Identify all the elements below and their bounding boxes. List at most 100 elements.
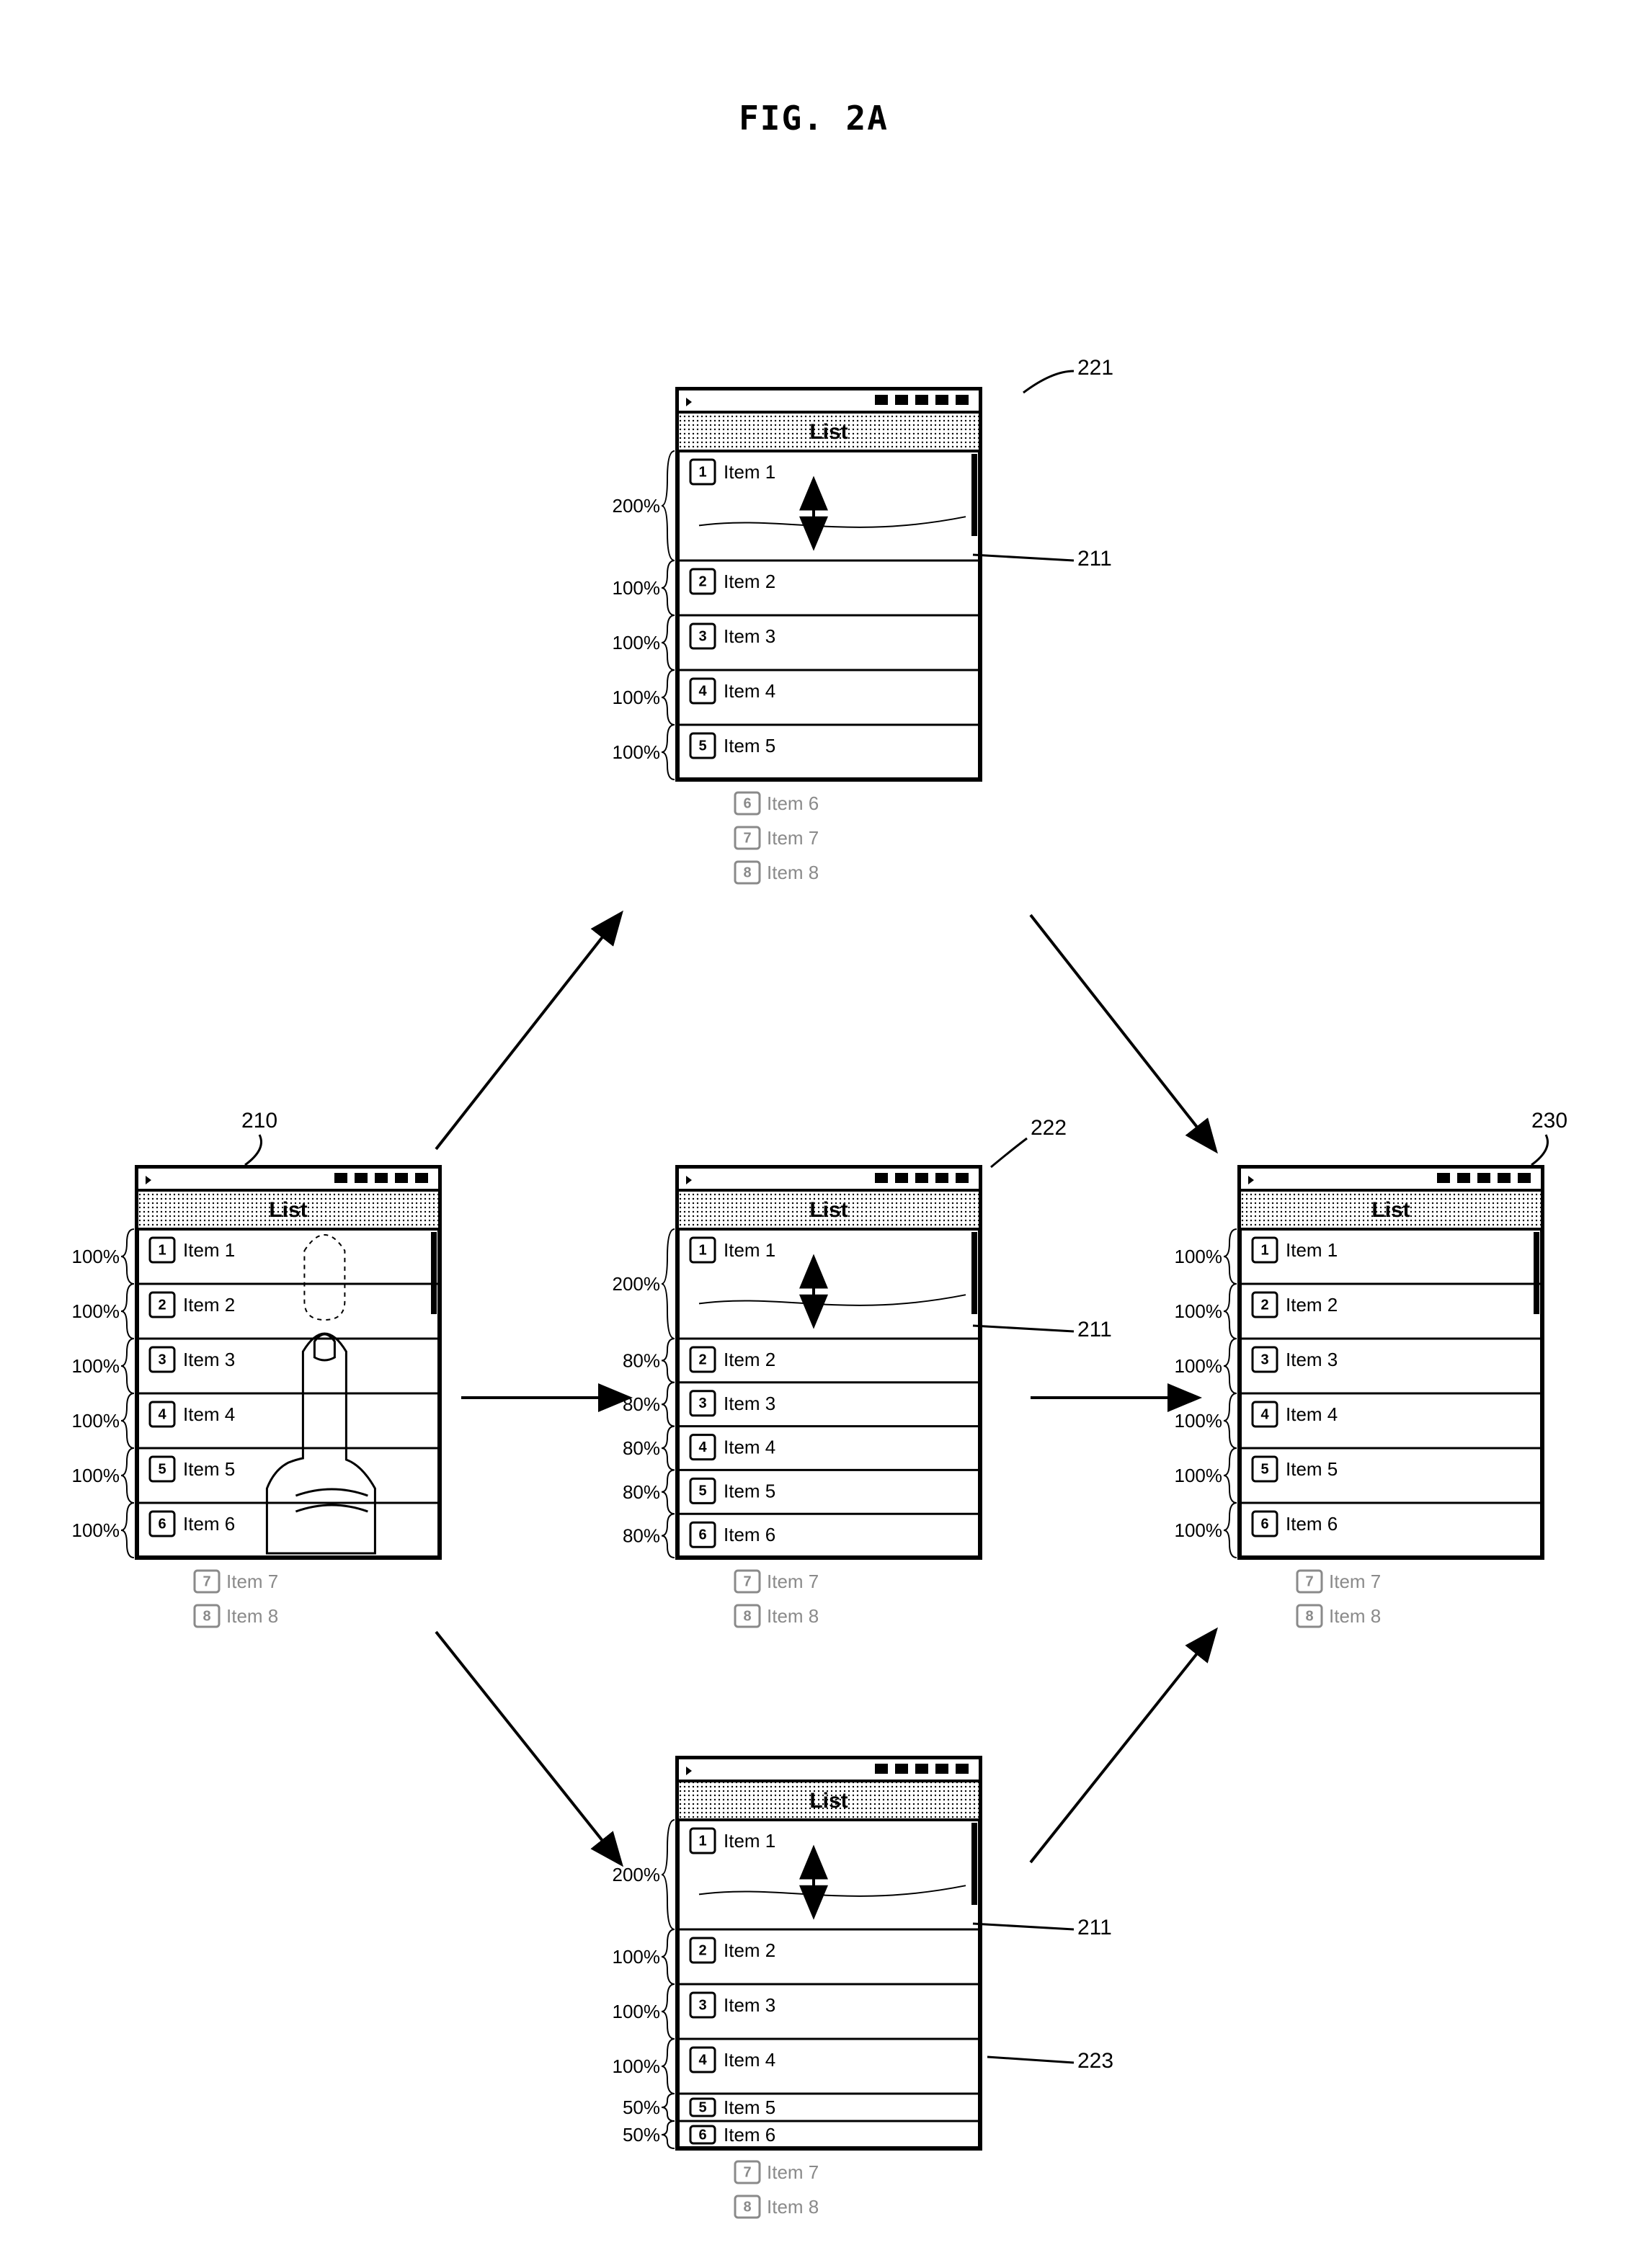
- item-label: Item 6: [724, 2124, 775, 2146]
- svg-text:8: 8: [743, 865, 751, 880]
- phone-222: List1Item 1200%2Item 280%3Item 380%4Item…: [613, 1167, 981, 1627]
- row-percent: 100%: [1175, 1465, 1223, 1486]
- svg-text:7: 7: [743, 1573, 751, 1589]
- share-icon: [915, 395, 928, 405]
- item-number: 3: [698, 1396, 706, 1411]
- row-percent: 50%: [623, 2124, 660, 2146]
- overflow-item: 7 Item 7: [735, 2161, 819, 2183]
- list-title: List: [809, 420, 848, 444]
- overflow-item: 8Item 8: [1297, 1605, 1381, 1627]
- item-number: 2: [698, 573, 706, 589]
- svg-text:Item 8: Item 8: [767, 862, 819, 883]
- scrollbar[interactable]: [971, 1232, 977, 1314]
- row-percent: 200%: [613, 1273, 661, 1295]
- row-percent: 100%: [613, 577, 661, 599]
- svg-text:7: 7: [743, 830, 751, 846]
- figure-2a: FIG. 2A List1Item 1200%2Item 2100%3Item …: [0, 0, 1628, 2268]
- svg-text:230: 230: [1531, 1109, 1567, 1133]
- row-percent: 100%: [1175, 1355, 1223, 1377]
- list-title: List: [1371, 1198, 1410, 1222]
- row-percent: 200%: [613, 1864, 661, 1885]
- svg-text:222: 222: [1031, 1116, 1067, 1140]
- clock-icon: [875, 1764, 888, 1774]
- item-label: Item 5: [1286, 1458, 1338, 1480]
- row-percent: 100%: [1175, 1519, 1223, 1541]
- scrollbar[interactable]: [431, 1232, 437, 1314]
- item-label: Item 5: [724, 2097, 775, 2118]
- overflow-item: 6Item 6: [735, 793, 819, 814]
- item-number: 3: [1260, 1352, 1268, 1367]
- svg-text:8: 8: [743, 1608, 751, 1624]
- row-percent: 80%: [623, 1349, 660, 1371]
- item-number: 6: [1260, 1516, 1268, 1532]
- mail-icon: [895, 1173, 908, 1183]
- overflow-item: 8Item 8: [195, 1605, 278, 1627]
- row-percent: 100%: [1175, 1300, 1223, 1322]
- row-percent: 100%: [613, 741, 661, 763]
- overflow-item: 7 Item 7: [735, 827, 819, 849]
- item-label: Item 2: [183, 1294, 235, 1316]
- item-number: 1: [1260, 1242, 1268, 1258]
- row-percent: 100%: [1175, 1246, 1223, 1267]
- item-number: 1: [698, 1833, 706, 1849]
- item-label: Item 6: [183, 1513, 235, 1535]
- svg-text:Item 8: Item 8: [767, 2196, 819, 2218]
- svg-text:Item 6: Item 6: [767, 793, 819, 814]
- list-title: List: [269, 1198, 307, 1222]
- battery-icon: [415, 1173, 428, 1183]
- share-icon: [915, 1173, 928, 1183]
- item-label: Item 2: [1286, 1294, 1338, 1316]
- item-label: Item 5: [183, 1458, 235, 1480]
- svg-text:8: 8: [203, 1608, 210, 1624]
- item-number: 4: [698, 683, 707, 699]
- item-label: Item 1: [183, 1239, 235, 1261]
- row-percent: 80%: [623, 1525, 660, 1547]
- item-label: Item 2: [724, 1349, 775, 1370]
- svg-text:Item 7: Item 7: [767, 2161, 819, 2183]
- item-number: 5: [158, 1461, 166, 1477]
- item-label: Item 2: [724, 1939, 775, 1961]
- svg-text:Item 8: Item 8: [1329, 1605, 1381, 1627]
- item-label: Item 3: [1286, 1349, 1338, 1370]
- item-label: Item 4: [1286, 1403, 1338, 1425]
- item-number: 6: [698, 1527, 706, 1542]
- svg-text:Item 8: Item 8: [767, 1605, 819, 1627]
- svg-text:7: 7: [203, 1573, 210, 1589]
- item-label: Item 5: [724, 1480, 775, 1501]
- svg-text:7: 7: [743, 2164, 751, 2180]
- scrollbar[interactable]: [1534, 1232, 1539, 1314]
- sound-icon: [935, 1173, 948, 1183]
- item-number: 3: [698, 1997, 706, 2013]
- item-number: 6: [698, 2127, 706, 2143]
- svg-text:Item 7: Item 7: [767, 1571, 819, 1592]
- svg-text:221: 221: [1077, 356, 1113, 380]
- item-number: 2: [698, 1352, 706, 1367]
- list-title: List: [809, 1198, 848, 1222]
- phone-221: List1Item 1200%2Item 2100%3Item 3100%4It…: [613, 389, 981, 883]
- overflow-item: 7Item 7: [1297, 1571, 1381, 1592]
- mail-icon: [1457, 1173, 1470, 1183]
- item-number: 6: [158, 1516, 166, 1532]
- overflow-item: 7Item 7: [195, 1571, 278, 1592]
- item-number: 5: [698, 738, 706, 754]
- item-number: 4: [698, 1439, 707, 1455]
- item-label: Item 6: [724, 1524, 775, 1545]
- item-label: Item 4: [724, 2049, 775, 2071]
- row-percent: 100%: [72, 1246, 120, 1267]
- svg-text:211: 211: [1077, 547, 1112, 571]
- item-number: 4: [158, 1406, 166, 1422]
- item-label: Item 4: [724, 1437, 775, 1458]
- row-percent: 100%: [613, 2055, 661, 2077]
- svg-text:Item 7: Item 7: [767, 827, 819, 849]
- scrollbar[interactable]: [971, 1823, 977, 1905]
- item-label: Item 1: [724, 1830, 775, 1852]
- item-number: 2: [1260, 1297, 1268, 1313]
- battery-icon: [956, 395, 969, 405]
- scrollbar[interactable]: [971, 454, 977, 536]
- svg-text:8: 8: [743, 2199, 751, 2215]
- row-percent: 50%: [623, 2097, 660, 2118]
- item-label: Item 3: [724, 1393, 775, 1414]
- item-label: Item 3: [724, 1994, 775, 2016]
- item-number: 1: [698, 464, 706, 480]
- svg-text:211: 211: [1077, 1318, 1112, 1341]
